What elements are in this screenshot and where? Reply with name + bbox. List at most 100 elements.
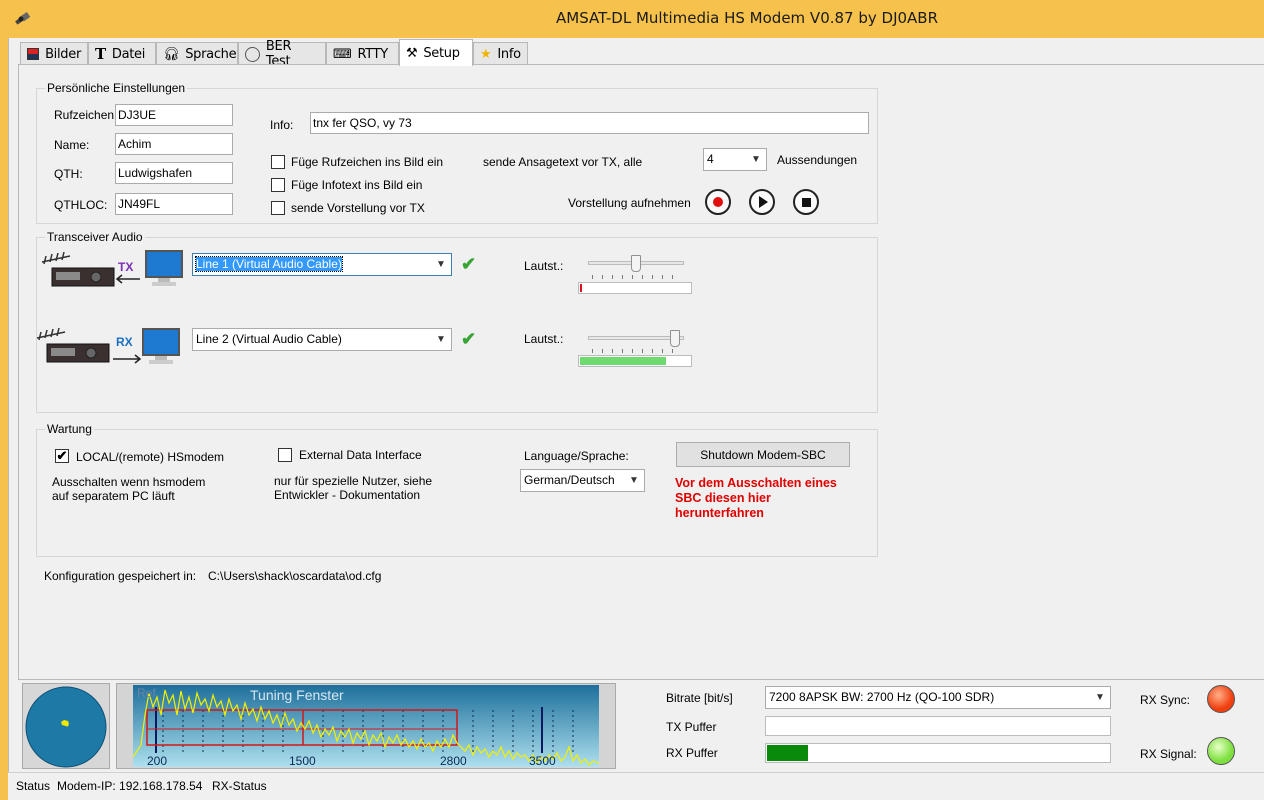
rx-signal-led bbox=[1207, 737, 1235, 765]
status-label: Status bbox=[16, 779, 51, 793]
tab-bilder[interactable]: Bilder bbox=[20, 42, 88, 65]
tab-sprache[interactable]: 🎧︎ Sprache bbox=[156, 42, 238, 65]
constellation-diagram bbox=[25, 686, 107, 768]
record-icon bbox=[713, 197, 723, 207]
rx-level-meter bbox=[578, 355, 692, 367]
tx-level-meter bbox=[578, 282, 692, 294]
callsign-in-image-checkbox[interactable] bbox=[271, 155, 285, 169]
tuning-tick-2800: 2800 bbox=[440, 754, 467, 767]
transceiver-tx-icon bbox=[41, 250, 183, 287]
shutdown-warning-line3: herunterfahren bbox=[675, 506, 764, 520]
rx-volume-label: Lautst.: bbox=[524, 332, 564, 346]
config-path: C:\Users\shack\oscardata\od.cfg bbox=[208, 569, 382, 583]
callsign-input[interactable]: DJ3UE bbox=[115, 104, 233, 126]
shutdown-warning-line1: Vor dem Ausschalten eines bbox=[675, 476, 837, 490]
local-hint-line1: Ausschalten wenn hsmodem bbox=[52, 475, 206, 489]
play-icon bbox=[759, 196, 768, 208]
rx-buffer-label: RX Puffer bbox=[666, 746, 718, 760]
local-hsmodem-checkbox[interactable]: ✔ bbox=[55, 449, 69, 463]
info-label: Info: bbox=[270, 118, 294, 132]
constellation-panel bbox=[22, 683, 110, 769]
rx-level-fill bbox=[580, 357, 666, 365]
tx-tag: TX bbox=[118, 260, 134, 274]
external-data-checkbox[interactable] bbox=[278, 448, 292, 462]
tuning-window[interactable]: Ref Tuning Fenster 200 1500 2800 3500 bbox=[133, 685, 599, 767]
rx-device-select[interactable]: Line 2 (Virtual Audio Cable) ▼ bbox=[192, 328, 452, 351]
qth-label: QTH: bbox=[54, 167, 83, 181]
rx-volume-ticks bbox=[592, 349, 682, 353]
transceiver-rx-icon bbox=[36, 327, 180, 364]
language-select[interactable]: German/Deutsch ▼ bbox=[520, 469, 645, 492]
qth-input[interactable]: Ludwigshafen bbox=[115, 162, 233, 184]
shutdown-warning-line2: SBC diesen hier bbox=[675, 491, 771, 505]
group-title: Transceiver Audio bbox=[45, 230, 145, 244]
rx-tag: RX bbox=[116, 335, 133, 349]
shutdown-sbc-button[interactable]: Shutdown Modem-SBC bbox=[676, 442, 850, 467]
bitrate-label: Bitrate [bit/s] bbox=[666, 691, 733, 705]
announce-label: sende Ansagetext vor TX, alle bbox=[483, 155, 643, 169]
tools-icon: ⚒︎ bbox=[406, 45, 418, 61]
tx-buffer-label: TX Puffer bbox=[666, 720, 717, 734]
record-button[interactable] bbox=[705, 189, 731, 215]
stop-button[interactable] bbox=[793, 189, 819, 215]
send-intro-label: sende Vorstellung vor TX bbox=[291, 201, 425, 215]
external-hint-line1: nur für spezielle Nutzer, siehe bbox=[274, 474, 433, 488]
tx-volume-thumb[interactable] bbox=[631, 255, 641, 272]
rx-volume-thumb[interactable] bbox=[669, 330, 680, 347]
text-icon: T bbox=[95, 45, 106, 63]
stop-icon bbox=[801, 197, 811, 207]
group-title: Wartung bbox=[45, 422, 94, 436]
infotext-in-image-label: Füge Infotext ins Bild ein bbox=[291, 178, 423, 192]
tab-setup[interactable]: ⚒︎ Setup bbox=[399, 39, 473, 66]
send-intro-checkbox[interactable] bbox=[271, 201, 285, 215]
language-label: Language/Sprache: bbox=[524, 449, 629, 463]
tx-volume-ticks bbox=[592, 275, 682, 279]
tx-device-select[interactable]: Line 1 (Virtual Audio Cable) ▼ bbox=[192, 253, 452, 276]
info-input[interactable]: tnx fer QSO, vy 73 bbox=[310, 112, 869, 134]
tx-volume-label: Lautst.: bbox=[524, 259, 564, 273]
tab-ber-test[interactable]: BER Test bbox=[238, 39, 326, 69]
infotext-in-image-checkbox[interactable] bbox=[271, 178, 285, 192]
check-icon: ✔ bbox=[461, 329, 477, 349]
callsign-in-image-label: Füge Rufzeichen ins Bild ein bbox=[291, 155, 444, 169]
chevron-down-icon: ▼ bbox=[436, 259, 446, 270]
config-label: Konfiguration gespeichert in: bbox=[44, 569, 197, 583]
rx-buffer-fill bbox=[767, 745, 809, 761]
chevron-down-icon: ▼ bbox=[1095, 692, 1105, 703]
rx-signal-label: RX Signal: bbox=[1140, 747, 1197, 761]
tuning-title: Tuning Fenster bbox=[250, 687, 344, 703]
chevron-down-icon: ▼ bbox=[629, 475, 639, 486]
name-input[interactable]: Achim bbox=[115, 133, 233, 155]
headset-icon: 🎧︎ bbox=[163, 46, 180, 62]
play-button[interactable] bbox=[749, 189, 775, 215]
rx-buffer-bar bbox=[765, 743, 1111, 763]
tab-info[interactable]: ★ Info bbox=[473, 42, 528, 65]
rx-status: RX-Status bbox=[212, 779, 267, 793]
tx-level-fill bbox=[580, 284, 582, 292]
record-intro-label: Vorstellung aufnehmen bbox=[568, 196, 691, 210]
tab-rtty[interactable]: ⌨︎ RTTY bbox=[326, 42, 399, 65]
name-label: Name: bbox=[54, 138, 90, 152]
qthloc-label: QTHLOC: bbox=[54, 198, 108, 212]
tuning-ref-label: Ref bbox=[137, 686, 156, 700]
chevron-down-icon: ▼ bbox=[751, 154, 761, 165]
local-hsmodem-label: LOCAL/(remote) HSmodem bbox=[76, 450, 225, 464]
star-icon: ★ bbox=[480, 46, 492, 62]
local-hint-line2: auf separatem PC läuft bbox=[52, 489, 175, 503]
external-data-label: External Data Interface bbox=[299, 448, 422, 462]
modem-ip: Modem-IP: 192.168.178.54 bbox=[57, 779, 203, 793]
tuning-tick-3500: 3500 bbox=[529, 754, 556, 767]
check-icon: ✔ bbox=[461, 254, 477, 274]
announce-suffix: Aussendungen bbox=[777, 153, 858, 167]
window-title: AMSAT-DL Multimedia HS Modem V0.87 by DJ… bbox=[555, 9, 939, 27]
rx-sync-label: RX Sync: bbox=[1140, 693, 1191, 707]
tab-datei[interactable]: T Datei bbox=[88, 42, 156, 65]
tx-buffer-bar bbox=[765, 716, 1111, 736]
tuning-tick-200: 200 bbox=[147, 754, 167, 767]
group-title: Persönliche Einstellungen bbox=[45, 81, 188, 95]
rx-sync-led bbox=[1207, 685, 1235, 713]
qthloc-input[interactable]: JN49FL bbox=[115, 193, 233, 215]
bitrate-select[interactable]: 7200 8APSK BW: 2700 Hz (QO-100 SDR) ▼ bbox=[765, 686, 1111, 709]
gauge-icon bbox=[245, 46, 260, 62]
announce-count-select[interactable]: 4 ▼ bbox=[703, 148, 767, 171]
